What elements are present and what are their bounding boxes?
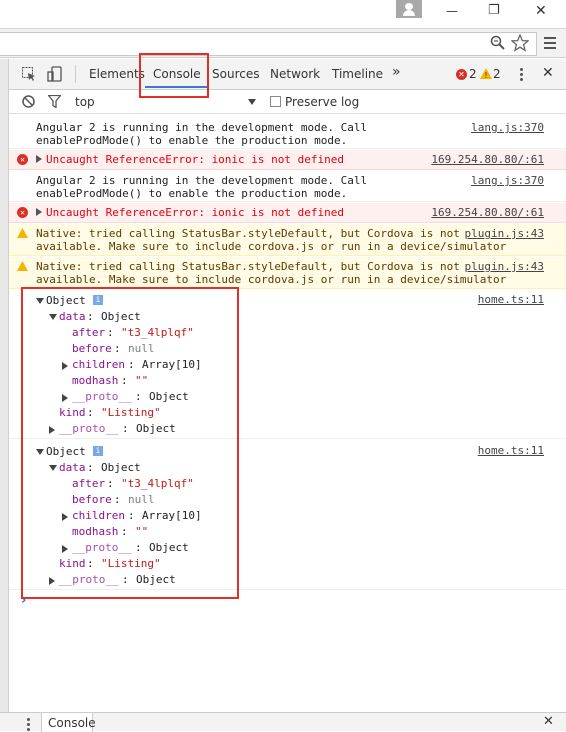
menu-icon[interactable] (544, 37, 556, 49)
source-link[interactable]: plugin.js:43 (465, 260, 544, 273)
star-icon[interactable] (510, 33, 530, 52)
window-titlebar: — ❐ ✕ (0, 0, 566, 25)
console-warning: Native: tried calling StatusBar.styleDef… (9, 257, 566, 289)
filter-icon[interactable] (47, 94, 62, 111)
warning-count[interactable]: 2 (493, 67, 501, 81)
page-edge (0, 59, 9, 719)
devtools-tabbar: Elements Console Sources Network Timelin… (9, 59, 566, 90)
tab-network[interactable]: Network (270, 67, 320, 81)
close-window-button[interactable]: ✕ (535, 3, 547, 19)
message-text: Native: tried calling StatusBar.styleDef… (36, 260, 507, 286)
device-mode-icon[interactable] (47, 66, 63, 82)
close-drawer-button[interactable]: ✕ (543, 714, 554, 729)
warning-count-icon[interactable]: ! (480, 68, 492, 82)
svg-text:!: ! (484, 71, 487, 79)
tab-sources[interactable]: Sources (212, 67, 259, 81)
user-icon[interactable] (396, 0, 422, 18)
divider (75, 65, 76, 83)
minimize-button[interactable]: — (446, 4, 458, 18)
warning-icon (17, 261, 28, 272)
console-warning: Native: tried calling StatusBar.styleDef… (9, 224, 566, 256)
message-text: Angular 2 is running in the development … (36, 174, 368, 200)
source-link[interactable]: lang.js:370 (471, 174, 544, 187)
console-tab-highlight (139, 53, 209, 98)
message-text: Angular 2 is running in the development … (36, 121, 368, 147)
object-log-highlight (21, 287, 239, 599)
source-link[interactable]: 169.254.80.80/:61 (431, 153, 544, 166)
context-select[interactable]: top (75, 95, 95, 109)
error-icon: ✕ (17, 154, 28, 165)
clear-console-icon[interactable] (22, 95, 35, 111)
tab-elements[interactable]: Elements (89, 67, 145, 81)
tab-timeline[interactable]: Timeline (332, 67, 383, 81)
source-link[interactable]: plugin.js:43 (465, 227, 544, 240)
close-devtools-button[interactable]: ✕ (542, 65, 554, 81)
expand-arrow-icon[interactable] (36, 155, 42, 163)
console-filterbar: top Preserve log (9, 90, 566, 114)
source-link[interactable]: lang.js:370 (471, 121, 544, 134)
more-tabs-button[interactable]: » (392, 64, 401, 80)
message-text: Native: tried calling StatusBar.styleDef… (36, 227, 507, 253)
customize-menu-icon[interactable] (520, 68, 523, 81)
drawer-tab-console[interactable]: Console (41, 713, 96, 732)
console-error: ✕ Uncaught ReferenceError: ionic is not … (9, 203, 566, 223)
chevron-down-icon[interactable] (248, 99, 256, 105)
source-link[interactable]: home.ts:11 (478, 444, 544, 457)
drawer-menu-icon[interactable] (27, 718, 30, 731)
drawer-tab-label: Console (48, 716, 96, 730)
console-error: ✕ Uncaught ReferenceError: ionic is not … (9, 150, 566, 170)
zoom-icon[interactable] (490, 35, 506, 51)
source-link[interactable]: home.ts:11 (478, 293, 544, 306)
address-field[interactable] (0, 32, 537, 56)
inspect-element-icon[interactable] (22, 67, 36, 81)
preserve-log-label: Preserve log (285, 95, 360, 109)
message-text: Uncaught ReferenceError: ionic is not de… (46, 206, 345, 219)
drawer-bar: Console ✕ (0, 712, 566, 732)
error-icon: ✕ (17, 207, 28, 218)
message-text: Uncaught ReferenceError: ionic is not de… (46, 153, 345, 166)
maximize-button[interactable]: ❐ (488, 3, 500, 18)
warning-icon (17, 228, 28, 239)
error-count[interactable]: 2 (469, 67, 477, 81)
preserve-log-checkbox[interactable] (270, 96, 281, 107)
source-link[interactable]: 169.254.80.80/:61 (431, 206, 544, 219)
expand-arrow-icon[interactable] (36, 208, 42, 216)
console-message: Angular 2 is running in the development … (9, 118, 566, 149)
console-message: Angular 2 is running in the development … (9, 171, 566, 202)
error-count-icon[interactable]: ✕ (456, 69, 467, 80)
browser-toolbar (0, 28, 566, 58)
